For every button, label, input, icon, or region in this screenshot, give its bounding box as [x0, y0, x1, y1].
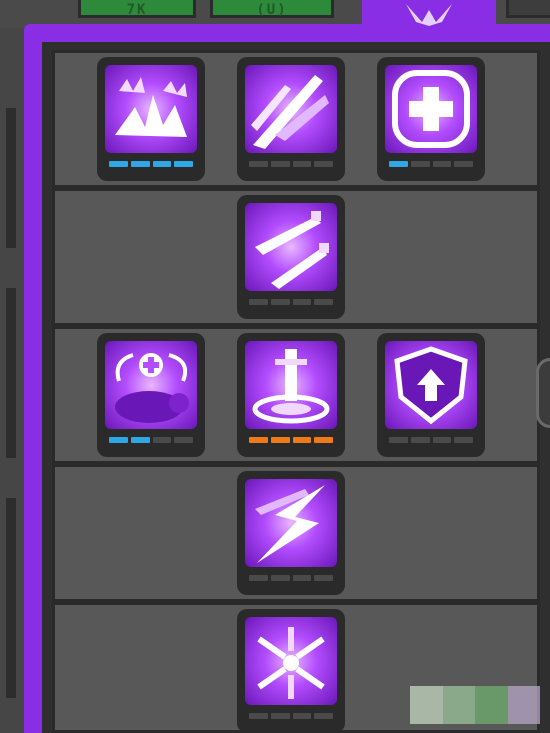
tab-left-2[interactable]: (U)	[210, 0, 334, 18]
rail-segment	[6, 288, 16, 458]
skill-level-pips	[389, 437, 473, 445]
tab-left-1-glyph: 7K	[126, 2, 148, 18]
level-pip	[130, 437, 150, 443]
level-pip	[432, 437, 452, 443]
tab-talents[interactable]	[362, 0, 496, 26]
skill-level-pips	[109, 437, 193, 445]
level-pip	[109, 437, 128, 443]
skill-level-pips	[389, 161, 473, 169]
skill-slot[interactable]	[237, 195, 345, 319]
level-pip	[432, 161, 452, 167]
level-pip	[174, 437, 193, 443]
skill-slot[interactable]	[377, 57, 485, 181]
level-pip	[249, 299, 268, 305]
level-pip	[410, 437, 430, 443]
level-pip	[292, 299, 312, 305]
level-pip	[410, 161, 430, 167]
skill-level-pips	[249, 437, 333, 445]
skill-row	[52, 326, 540, 464]
skill-slot[interactable]	[97, 333, 205, 457]
skill-level-pips	[249, 575, 333, 583]
skill-slot[interactable]	[237, 57, 345, 181]
level-pip	[314, 437, 333, 443]
talent-panel	[24, 0, 550, 733]
level-pip	[249, 713, 268, 719]
twin-daggers-icon	[245, 203, 337, 291]
skill-level-pips	[249, 161, 333, 169]
level-pip	[292, 575, 312, 581]
level-pip	[454, 437, 473, 443]
blade-storm-icon	[245, 617, 337, 705]
level-pip	[152, 161, 172, 167]
skill-slot[interactable]	[237, 333, 345, 457]
skill-row	[52, 464, 540, 602]
skill-level-pips	[109, 161, 193, 169]
level-pip	[270, 299, 290, 305]
level-pip	[152, 437, 172, 443]
level-pip	[249, 437, 268, 443]
skill-level-pips	[249, 299, 333, 307]
level-pip	[389, 161, 408, 167]
level-pip	[130, 161, 150, 167]
level-pip	[109, 161, 128, 167]
tab-left-1[interactable]: 7K	[78, 0, 196, 18]
sword-altar-icon	[245, 341, 337, 429]
skill-level-pips	[249, 713, 333, 721]
tab-left-2-glyph: (U)	[256, 2, 288, 18]
skill-row	[52, 50, 540, 188]
level-pip	[389, 437, 408, 443]
scroll-handle[interactable]	[536, 358, 550, 428]
talent-tree	[42, 42, 550, 733]
level-pip	[249, 575, 268, 581]
heal-cross-icon	[385, 65, 477, 153]
watermark	[410, 686, 540, 724]
talent-crest-icon	[406, 4, 452, 26]
rail-segment	[6, 108, 16, 248]
level-pip	[314, 161, 333, 167]
level-pip	[174, 161, 193, 167]
level-pip	[249, 161, 268, 167]
level-pip	[314, 713, 333, 719]
skill-slot[interactable]	[237, 471, 345, 595]
skill-slot[interactable]	[237, 609, 345, 733]
level-pip	[270, 575, 290, 581]
level-pip	[292, 437, 312, 443]
level-pip	[270, 713, 290, 719]
level-pip	[314, 299, 333, 305]
rail-segment	[6, 498, 16, 698]
level-pip	[454, 161, 473, 167]
skill-row	[52, 188, 540, 326]
left-rail	[0, 28, 24, 733]
claw-burst-icon	[105, 65, 197, 153]
skill-slot[interactable]	[377, 333, 485, 457]
level-pip	[292, 713, 312, 719]
pet-heal-icon	[105, 341, 197, 429]
level-pip	[270, 437, 290, 443]
slash-strike-icon	[245, 65, 337, 153]
shield-up-icon	[385, 341, 477, 429]
lightning-dash-icon	[245, 479, 337, 567]
level-pip	[314, 575, 333, 581]
tab-right[interactable]	[506, 0, 550, 18]
level-pip	[270, 161, 290, 167]
level-pip	[292, 161, 312, 167]
skill-slot[interactable]	[97, 57, 205, 181]
